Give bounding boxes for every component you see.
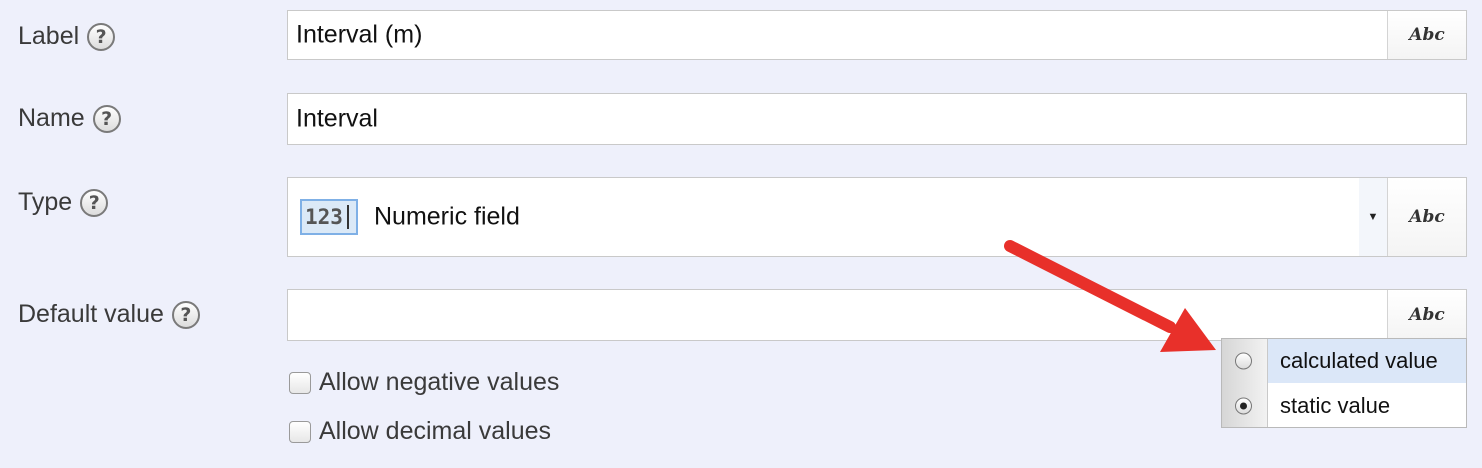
menu-item-calculated-value[interactable]: calculated value bbox=[1222, 339, 1466, 383]
static-value-radio[interactable] bbox=[1235, 397, 1252, 415]
calculated-value-radio[interactable] bbox=[1235, 352, 1252, 370]
default-value-mode-menu: calculated value static value bbox=[1221, 338, 1467, 428]
calculated-value-label: calculated value bbox=[1268, 339, 1466, 383]
radio-selected-dot-icon bbox=[1240, 402, 1247, 410]
static-value-label: static value bbox=[1280, 393, 1391, 418]
menu-item-static-value[interactable]: static value bbox=[1222, 384, 1466, 428]
